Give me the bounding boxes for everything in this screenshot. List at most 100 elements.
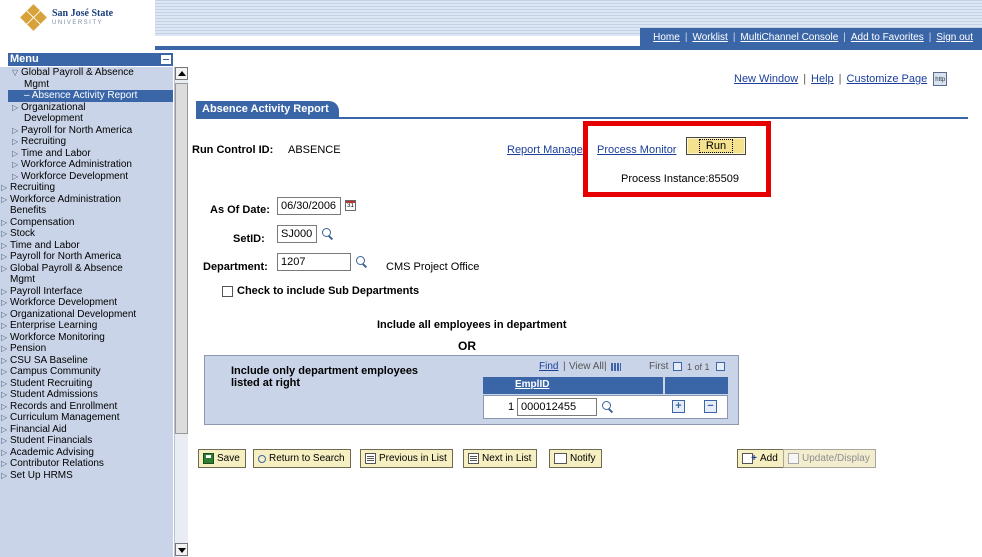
menu-item[interactable]: ▷ Curriculum Management: [0, 412, 173, 424]
return-to-search-button[interactable]: Return to Search: [253, 449, 351, 468]
scroll-thumb[interactable]: [175, 83, 188, 434]
collapsed-arrow-icon: ▷: [1, 378, 8, 388]
delete-row-button[interactable]: −: [704, 400, 717, 413]
menu-item-label: Global Payroll & Absence: [21, 67, 134, 78]
menu-item-label: Curriculum Management: [10, 412, 120, 423]
menu-scrollbar[interactable]: [174, 67, 188, 557]
scroll-down-button[interactable]: [175, 543, 188, 556]
menu-item[interactable]: ▷ Stock: [0, 228, 173, 240]
save-icon: [203, 453, 214, 464]
nav-worklist-link[interactable]: Worklist: [687, 32, 732, 43]
department-lookup-icon[interactable]: [356, 256, 368, 268]
collapsed-arrow-icon: ▷: [1, 240, 8, 250]
report-manager-link[interactable]: Report Manage: [507, 144, 583, 156]
notify-button[interactable]: Notify: [549, 449, 602, 468]
setid-lookup-icon[interactable]: [322, 228, 334, 240]
as-of-date-field[interactable]: 06/30/2006: [277, 197, 341, 215]
menu-item[interactable]: ▷ Recruiting: [0, 136, 173, 148]
sub-departments-checkbox[interactable]: [222, 286, 233, 297]
menu-item-label: Workforce Development: [21, 170, 129, 182]
nav-multichannel-link[interactable]: MultiChannel Console: [735, 32, 843, 43]
update-display-icon: [788, 453, 799, 464]
emplid-column-header[interactable]: EmplID: [515, 379, 549, 390]
menu-item[interactable]: ▷ Time and Labor: [0, 148, 173, 160]
menu-item[interactable]: ▷ Set Up HRMS: [0, 470, 173, 482]
new-window-link[interactable]: New Window: [734, 73, 798, 85]
grid-first-label[interactable]: First: [649, 361, 668, 372]
nav-sign-out-link[interactable]: Sign out: [931, 32, 978, 43]
menu-item[interactable]: ▷ Payroll for North America: [0, 251, 173, 263]
scroll-up-button[interactable]: [175, 67, 188, 80]
grid-next-arrow-icon[interactable]: [716, 362, 725, 371]
emplid-lookup-icon[interactable]: [602, 401, 614, 413]
collapsed-arrow-icon: ▷: [1, 344, 8, 353]
menu-item-label: Organizational: [21, 101, 86, 113]
menu-item[interactable]: ▷ Workforce Administration: [0, 194, 173, 206]
logo-subname: UNIVERSITY: [52, 20, 104, 26]
menu-item-label: Payroll Interface: [10, 285, 83, 297]
add-row-button[interactable]: +: [672, 400, 685, 413]
menu-item[interactable]: ▷ Time and Labor: [0, 240, 173, 252]
menu-item-label: Payroll for North America: [10, 251, 122, 262]
next-in-list-button[interactable]: Next in List: [463, 449, 538, 468]
menu-item-label: Payroll for North America: [21, 124, 133, 136]
tab-absence-activity-report[interactable]: Absence Activity Report: [196, 101, 339, 118]
grid-find-link[interactable]: Find: [539, 361, 558, 372]
menu-item[interactable]: – Absence Activity Report: [8, 90, 173, 102]
http-icon[interactable]: http: [933, 72, 948, 86]
menu-item[interactable]: ▷ Student Financials: [0, 435, 173, 447]
menu-item[interactable]: ▷ CSU SA Baseline: [0, 355, 173, 367]
nav-add-favorites-link[interactable]: Add to Favorites: [846, 32, 929, 43]
menu-item-label: Workforce Administration: [10, 193, 121, 205]
menu-item[interactable]: ▷ Enterprise Learning: [0, 320, 173, 332]
logo-mark-icon: [20, 4, 47, 31]
collapsed-arrow-icon: ▷: [1, 367, 8, 376]
setid-field[interactable]: SJ000: [277, 225, 317, 243]
menu-header: Menu: [8, 53, 173, 66]
collapse-menu-icon[interactable]: [161, 55, 171, 64]
run-control-label: Run Control ID:: [192, 144, 274, 156]
calendar-icon[interactable]: 31: [345, 200, 356, 211]
collapsed-arrow-icon: ▷: [1, 390, 8, 399]
menu-item[interactable]: ▷ Organizational Development: [0, 309, 173, 321]
menu-item[interactable]: ▷ Global Payroll & Absence: [0, 263, 173, 275]
menu-item[interactable]: ▷ Student Admissions: [0, 389, 173, 401]
grid-prev-arrow-icon[interactable]: [673, 362, 682, 371]
menu-item[interactable]: ▷ Pension: [0, 343, 173, 355]
previous-in-list-button[interactable]: Previous in List: [360, 449, 453, 468]
add-icon: [742, 450, 757, 467]
menu-item[interactable]: ▷ Compensation: [0, 217, 173, 229]
grid-view-all-link[interactable]: View All: [569, 361, 604, 372]
menu-item[interactable]: ▽ Global Payroll & Absence: [0, 67, 173, 79]
grid-download-icon[interactable]: [611, 363, 621, 371]
emplid-field[interactable]: 000012455: [517, 398, 597, 416]
department-field[interactable]: 1207: [277, 253, 351, 271]
collapsed-arrow-icon: ▷: [1, 229, 8, 238]
update-display-button[interactable]: Update/Display: [783, 449, 876, 468]
menu-item[interactable]: ▷ Workforce Monitoring: [0, 332, 173, 344]
menu-item[interactable]: ▷ Workforce Development: [0, 171, 173, 183]
menu-item[interactable]: ▷ Organizational: [0, 102, 173, 114]
menu-item[interactable]: ▷ Workforce Administration: [0, 159, 173, 171]
menu-item[interactable]: ▷ Financial Aid: [0, 424, 173, 436]
collapsed-arrow-icon: ▷: [1, 263, 8, 273]
menu-item[interactable]: ▷ Payroll for North America: [0, 125, 173, 137]
nav-home-link[interactable]: Home: [648, 32, 685, 43]
menu-item[interactable]: ▷ Student Recruiting: [0, 378, 173, 390]
menu-item[interactable]: ▷ Records and Enrollment: [0, 401, 173, 413]
help-link[interactable]: Help: [811, 73, 834, 85]
collapsed-arrow-icon: ▷: [1, 401, 8, 411]
add-button[interactable]: Add: [737, 449, 784, 468]
menu-item[interactable]: ▷ Academic Advising: [0, 447, 173, 459]
collapsed-arrow-icon: ▷: [1, 436, 8, 445]
menu-item[interactable]: ▷ Contributor Relations: [0, 458, 173, 470]
save-button[interactable]: Save: [198, 449, 246, 468]
menu-item-label: Enterprise Learning: [10, 320, 98, 331]
menu-item-label: Time and Labor: [10, 239, 80, 251]
menu-item[interactable]: ▷ Campus Community: [0, 366, 173, 378]
menu-item[interactable]: ▷ Workforce Development: [0, 297, 173, 309]
customize-page-link[interactable]: Customize Page: [847, 73, 928, 85]
menu-item-label: Student Financials: [10, 435, 93, 446]
menu-item[interactable]: ▷ Recruiting: [0, 182, 173, 194]
menu-item[interactable]: ▷ Payroll Interface: [0, 286, 173, 298]
